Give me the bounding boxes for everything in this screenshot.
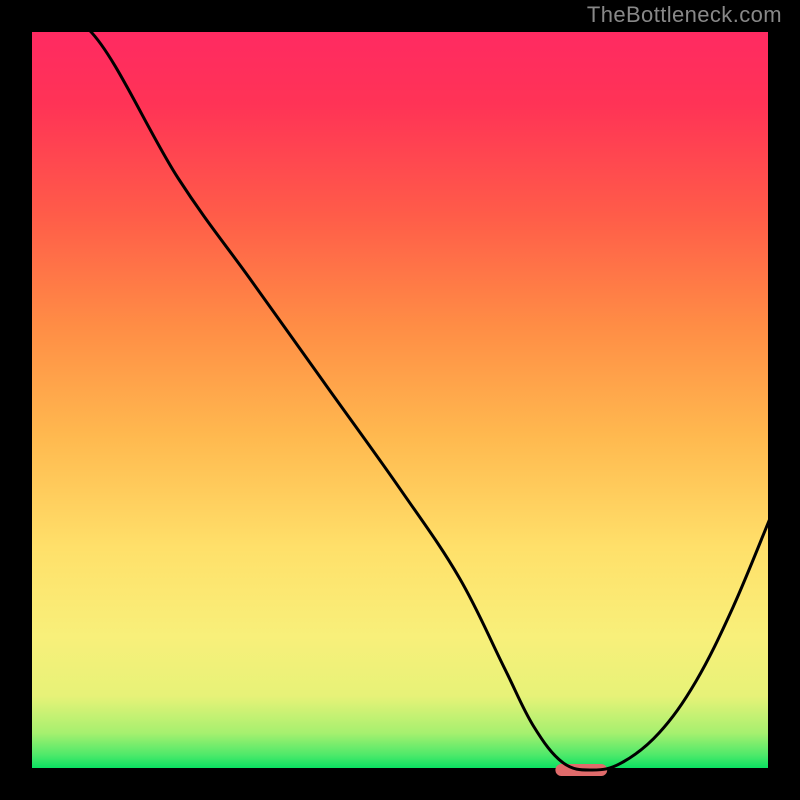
gradient-plot-area bbox=[30, 30, 770, 770]
bottleneck-chart bbox=[0, 0, 800, 800]
watermark-text: TheBottleneck.com bbox=[587, 2, 782, 28]
